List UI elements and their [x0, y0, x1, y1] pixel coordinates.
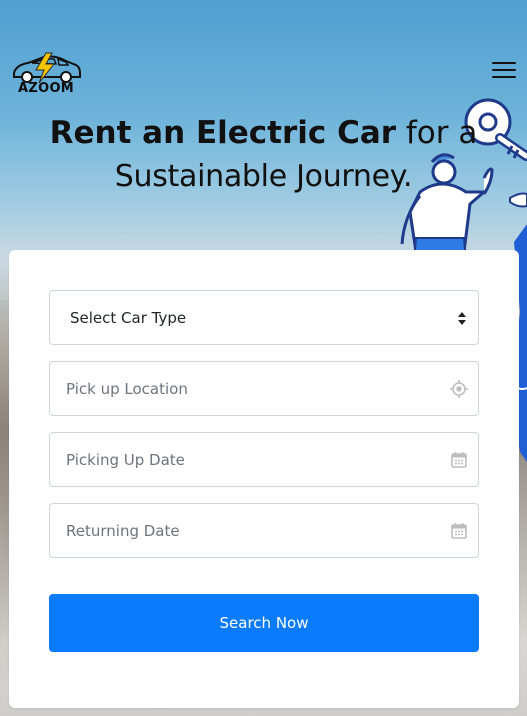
hamburger-menu-icon[interactable] — [492, 62, 516, 82]
logo-text: AZOOM — [18, 81, 75, 96]
headline-bold: Rent an Electric Car — [49, 115, 397, 151]
menu-bar — [492, 68, 516, 72]
booking-form-card: Select Car Type Pick up Location Picking… — [9, 250, 519, 708]
search-now-button[interactable]: Search Now — [49, 594, 479, 652]
calendar-icon[interactable] — [450, 522, 468, 540]
pickup-date-input[interactable]: Picking Up Date — [49, 432, 479, 487]
calendar-icon[interactable] — [450, 451, 468, 469]
return-date-input[interactable]: Returning Date — [49, 503, 479, 558]
car-type-value: Select Car Type — [70, 309, 187, 327]
pickup-location-placeholder: Pick up Location — [66, 380, 188, 398]
pickup-date-placeholder: Picking Up Date — [66, 451, 185, 469]
headline-line-2: Sustainable Journey. — [114, 159, 413, 194]
pickup-location-input[interactable]: Pick up Location — [49, 361, 479, 416]
car-type-select[interactable]: Select Car Type — [49, 290, 479, 345]
menu-bar — [492, 62, 516, 65]
menu-bar — [492, 75, 516, 79]
return-date-placeholder: Returning Date — [66, 522, 180, 540]
sort-arrows-icon — [458, 312, 466, 325]
headline-line-1: Rent an Electric Car for a — [0, 112, 527, 155]
headline-light: for a — [396, 115, 478, 151]
crosshair-location-icon[interactable] — [450, 380, 468, 398]
hero-headline: Rent an Electric Car for a Sustainable J… — [0, 112, 527, 198]
